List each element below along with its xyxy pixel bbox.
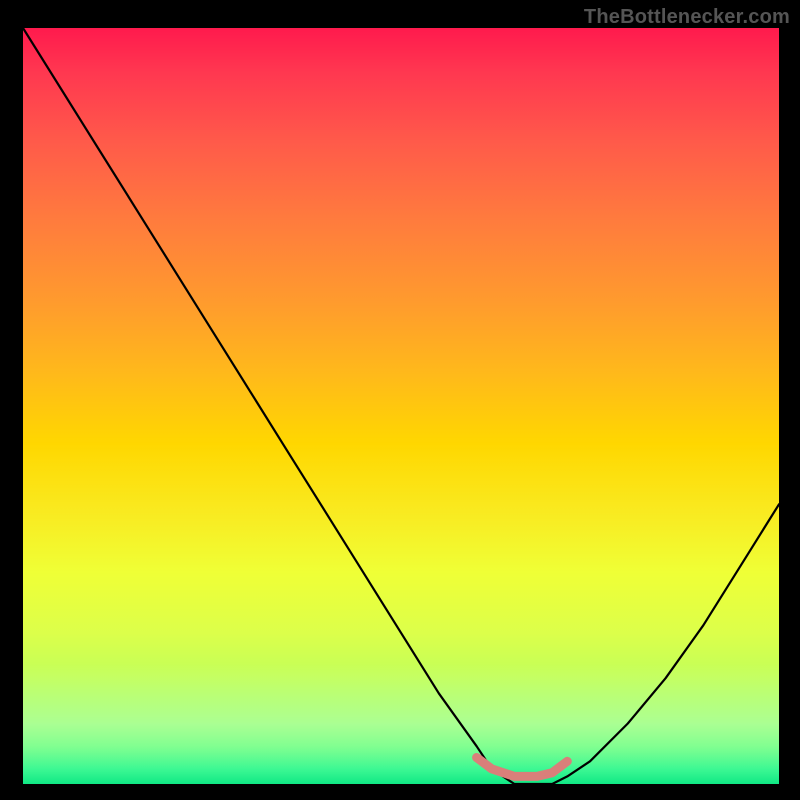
chart-svg <box>23 28 779 784</box>
watermark-text: TheBottlenecker.com <box>584 6 790 29</box>
optimal-range-marker-path <box>477 758 568 777</box>
bottleneck-curve-path <box>23 28 779 784</box>
chart-container: TheBottlenecker.com <box>0 0 800 800</box>
